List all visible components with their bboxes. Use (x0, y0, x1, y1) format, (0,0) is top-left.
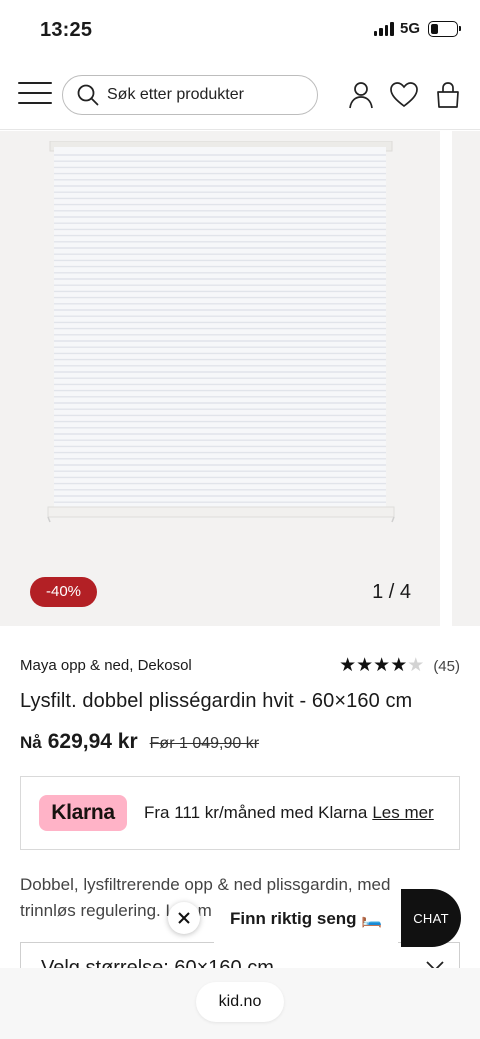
site-header (0, 60, 480, 130)
status-indicators: 5G (373, 20, 461, 37)
chat-button[interactable]: CHAT (401, 889, 461, 947)
user-icon[interactable] (346, 80, 376, 110)
star-icon: ★ (390, 655, 408, 676)
rating-stars: ★★★★★ (339, 656, 424, 676)
product-title: Lysfilt. dobbel plisségardin hvit - 60×1… (20, 690, 413, 712)
battery-level (431, 23, 439, 34)
heart-icon[interactable] (389, 80, 419, 110)
next-slide-peek (440, 131, 452, 626)
discount-badge: -40% (30, 577, 98, 607)
price-now: 629,94 kr (47, 730, 138, 753)
product-gallery[interactable]: -40% 1 / 4 (0, 131, 480, 626)
star-icon: ★ (407, 655, 425, 676)
search-input[interactable] (107, 86, 307, 104)
klarna-text: Fra 111 kr/måned med Klarna (144, 803, 368, 822)
star-icon: ★ (373, 655, 391, 676)
rating[interactable]: ★★★★★ (45) (339, 656, 460, 676)
menu-icon[interactable] (18, 82, 52, 106)
battery-icon (428, 20, 461, 37)
product-brand[interactable]: Maya opp & ned, Dekosol (20, 657, 192, 674)
klarna-logo: Klarna (39, 795, 127, 831)
status-time: 13:25 (40, 19, 93, 41)
status-bar: 13:25 5G (0, 0, 480, 60)
close-button[interactable] (168, 902, 200, 934)
search-icon (77, 84, 99, 106)
close-icon (178, 912, 190, 924)
price-row: Nå 629,94 kr Før 1 049,90 kr (20, 730, 259, 754)
star-icon: ★ (356, 655, 374, 676)
url-bar[interactable]: kid.no (196, 982, 284, 1022)
price-label: Nå (20, 733, 42, 752)
bag-icon[interactable] (433, 80, 463, 110)
review-count: (45) (433, 657, 460, 675)
signal-icon (373, 21, 394, 36)
klarna-banner: Klarna Fra 111 kr/måned med Klarna Les m… (20, 776, 460, 850)
browser-bottom-bar: kid.no (0, 968, 480, 1039)
product-image[interactable] (46, 141, 396, 526)
bed-finder-button[interactable]: Finn riktig seng 🛏️ (214, 894, 399, 944)
klarna-read-more-link[interactable]: Les mer (372, 803, 433, 823)
star-icon: ★ (339, 655, 357, 676)
search-bar[interactable] (62, 75, 318, 115)
slide-counter: 1 / 4 (372, 581, 411, 603)
network-type: 5G (399, 20, 420, 37)
price-before: Før 1 049,90 kr (149, 735, 260, 752)
